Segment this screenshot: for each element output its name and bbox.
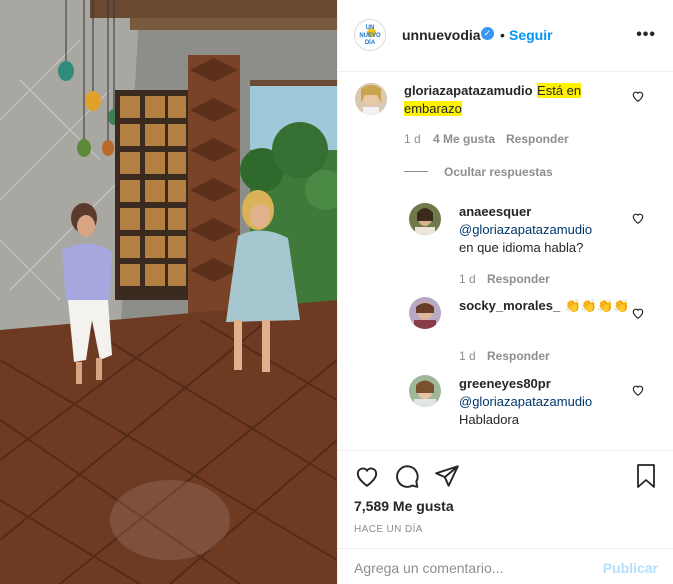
logo-text-dia: DÍA xyxy=(364,40,376,46)
post-header: UN NUEVO DÍA unnuevodia ✓ • Seguir ••• xyxy=(338,0,673,72)
clap-emoji-text: 👏👏👏👏 xyxy=(564,299,630,314)
avatar-photo-icon xyxy=(409,203,441,235)
reply-mention[interactable]: @gloriazapatazamudio xyxy=(459,221,592,239)
comment-like-count[interactable]: 4 Me gusta xyxy=(433,132,495,146)
video-frame xyxy=(0,0,337,584)
reply-username[interactable]: socky_morales_ xyxy=(459,298,560,313)
logo-text-nuevo: NUEVO xyxy=(359,33,381,39)
comment-input[interactable] xyxy=(354,558,594,578)
like-count[interactable]: 7,589 Me gusta xyxy=(354,498,454,514)
add-comment-bar: Publicar xyxy=(338,548,673,584)
hide-replies-button[interactable]: Ocultar respuestas xyxy=(444,165,553,179)
post-timestamp[interactable]: HACE UN DÍA xyxy=(354,524,423,535)
logo-text-un: UN xyxy=(365,25,375,31)
reply-avatar[interactable] xyxy=(409,297,441,329)
heart-icon[interactable] xyxy=(631,89,645,103)
avatar-photo-icon xyxy=(409,297,441,329)
publish-button[interactable]: Publicar xyxy=(603,560,658,576)
comment-icon[interactable] xyxy=(394,463,420,489)
comment-text-line1: Está en xyxy=(537,83,582,98)
replies-divider xyxy=(404,171,428,172)
reply-button[interactable]: Responder xyxy=(506,132,569,146)
heart-icon[interactable] xyxy=(631,306,645,320)
avatar-photo-icon xyxy=(409,375,441,407)
reply-age: 1 d xyxy=(459,272,476,286)
reply-mention[interactable]: @gloriazapatazamudio xyxy=(459,393,592,411)
reply-avatar[interactable] xyxy=(409,203,441,235)
follow-button[interactable]: Seguir xyxy=(509,27,553,43)
comment-avatar[interactable] xyxy=(355,83,387,115)
comment-body: gloriazapatazamudio Está en embarazo xyxy=(404,82,624,118)
verified-icon: ✓ xyxy=(481,27,494,40)
post-video[interactable] xyxy=(0,0,337,584)
reply-button[interactable]: Responder xyxy=(487,349,550,363)
post-sidebar: UN NUEVO DÍA unnuevodia ✓ • Seguir ••• g… xyxy=(337,0,673,584)
reply-body: socky_morales_ 👏👏👏👏 xyxy=(459,297,639,316)
comments-list[interactable]: gloriazapatazamudio Está en embarazo 1 d… xyxy=(338,72,673,450)
heart-icon[interactable] xyxy=(631,383,645,397)
reply-avatar[interactable] xyxy=(409,375,441,407)
bookmark-icon[interactable] xyxy=(634,463,658,489)
reply-username[interactable]: anaeesquer xyxy=(459,204,531,219)
post-actions: 7,589 Me gusta HACE UN DÍA Publicar xyxy=(338,450,673,584)
comment-text-line2: embarazo xyxy=(404,101,462,116)
comment-age: 1 d xyxy=(404,132,421,146)
account-avatar[interactable]: UN NUEVO DÍA xyxy=(354,19,386,51)
comment-username[interactable]: gloriazapatazamudio xyxy=(404,83,533,98)
reply-age: 1 d xyxy=(459,349,476,363)
heart-icon[interactable] xyxy=(631,211,645,225)
share-icon[interactable] xyxy=(434,463,460,489)
account-username[interactable]: unnuevodia xyxy=(402,27,481,43)
like-heart-icon[interactable] xyxy=(354,463,380,489)
reply-text: en que idioma habla? xyxy=(459,240,584,255)
reply-username[interactable]: greeneyes80pr xyxy=(459,376,551,391)
reply-button[interactable]: Responder xyxy=(487,272,550,286)
reply-text: Habladora xyxy=(459,412,519,427)
avatar-photo-icon xyxy=(355,83,387,115)
more-options-icon[interactable]: ••• xyxy=(636,26,656,44)
header-separator: • xyxy=(500,27,505,43)
